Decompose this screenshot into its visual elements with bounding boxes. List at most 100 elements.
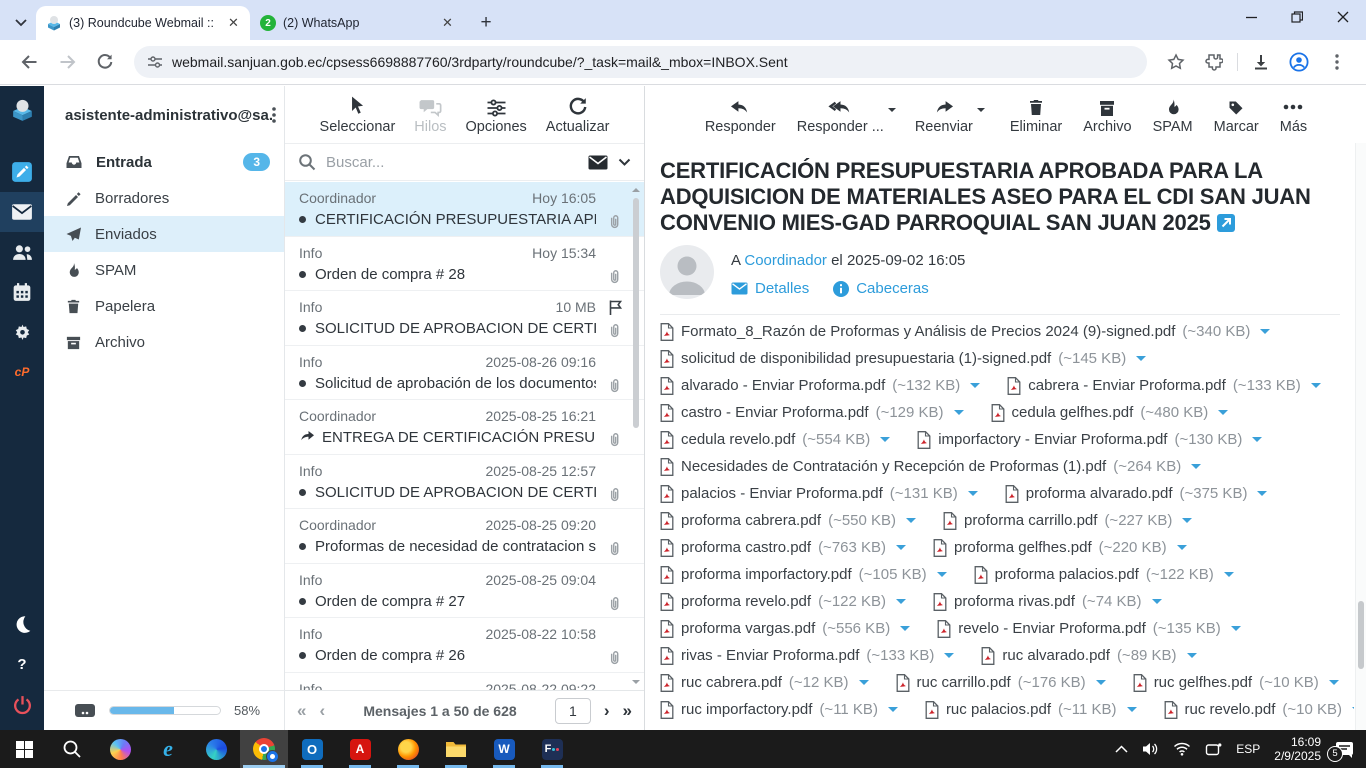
mail-scrollbar[interactable] — [1355, 143, 1366, 730]
f-app-button[interactable]: F — [528, 730, 576, 768]
folder-spam[interactable]: SPAM — [44, 252, 284, 288]
nav-mail-button[interactable] — [0, 192, 44, 232]
clock[interactable]: 16:09 2/9/2025 — [1274, 735, 1321, 763]
attachment[interactable]: revelo - Enviar Proforma.pdf (~135 KB) — [937, 620, 1241, 638]
message-row[interactable]: Coordinador 2025-08-25 09:20 Proformas d… — [285, 509, 644, 564]
attachment-menu-caret-icon[interactable] — [1152, 599, 1162, 609]
attachment-menu-caret-icon[interactable] — [970, 383, 980, 393]
nav-calendar-button[interactable] — [0, 272, 44, 312]
attachment-menu-caret-icon[interactable] — [968, 491, 978, 501]
tab-roundcube[interactable]: (3) Roundcube Webmail :: Envia ✕ — [36, 6, 250, 40]
refresh-button[interactable]: Actualizar — [546, 93, 610, 143]
attachment-menu-caret-icon[interactable] — [1096, 680, 1106, 690]
attachment-menu-caret-icon[interactable] — [1224, 572, 1234, 582]
tab-close-icon[interactable]: ✕ — [225, 15, 242, 32]
attachment[interactable]: proforma vargas.pdf (~556 KB) — [660, 620, 910, 638]
language-indicator[interactable]: ESP — [1236, 742, 1260, 756]
attachment-menu-caret-icon[interactable] — [1218, 410, 1228, 420]
attachment-menu-caret-icon[interactable] — [888, 707, 898, 717]
attachment-menu-caret-icon[interactable] — [1311, 383, 1321, 393]
details-button[interactable]: Detalles — [731, 280, 809, 297]
message-row[interactable]: Coordinador 2025-08-25 16:21 ENTREGA DE … — [285, 400, 644, 455]
headers-button[interactable]: Cabeceras — [833, 280, 929, 297]
folder-entrada[interactable]: Entrada 3 — [44, 144, 284, 180]
taskbar-search-button[interactable] — [48, 730, 96, 768]
attachment[interactable]: proforma alvarado.pdf (~375 KB) — [1005, 485, 1268, 503]
attachment-menu-caret-icon[interactable] — [896, 599, 906, 609]
attachment[interactable]: rivas - Enviar Proforma.pdf (~133 KB) — [660, 647, 954, 665]
message-row[interactable]: Info 2025-08-26 09:16 Solicitud de aprob… — [285, 346, 644, 401]
attachment[interactable]: proforma cabrera.pdf (~550 KB) — [660, 512, 916, 530]
attachment[interactable]: proforma imporfactory.pdf (~105 KB) — [660, 566, 947, 584]
reply-all-caret-icon[interactable] — [888, 108, 896, 116]
attachment[interactable]: cabrera - Enviar Proforma.pdf (~133 KB) — [1007, 377, 1321, 395]
tray-device-icon[interactable] — [1205, 742, 1222, 756]
volume-icon[interactable] — [1142, 742, 1159, 756]
options-button[interactable]: Opciones — [466, 93, 527, 143]
downloads-button[interactable] — [1245, 46, 1277, 78]
attachment-menu-caret-icon[interactable] — [1329, 680, 1339, 690]
threads-button[interactable]: Hilos — [414, 93, 446, 143]
account-menu-icon[interactable] — [272, 107, 276, 123]
attachment-menu-caret-icon[interactable] — [896, 545, 906, 555]
next-page-button[interactable]: › — [604, 701, 610, 721]
new-tab-button[interactable]: + — [472, 9, 500, 37]
reply-all-button[interactable]: Responder ... — [797, 93, 884, 143]
attachment-menu-caret-icon[interactable] — [954, 410, 964, 420]
attachment[interactable]: proforma castro.pdf (~763 KB) — [660, 539, 906, 557]
external-link-icon[interactable] — [1217, 214, 1235, 232]
nav-settings-button[interactable] — [0, 312, 44, 352]
search-input[interactable] — [326, 154, 578, 171]
dark-mode-button[interactable] — [0, 604, 44, 644]
attachment[interactable]: proforma revelo.pdf (~122 KB) — [660, 593, 906, 611]
attachment-menu-caret-icon[interactable] — [944, 653, 954, 663]
attachment-menu-caret-icon[interactable] — [1191, 464, 1201, 474]
attachment[interactable]: alvarado - Enviar Proforma.pdf (~132 KB) — [660, 377, 980, 395]
message-row[interactable]: Info 2025-08-25 09:04 Orden de compra # … — [285, 564, 644, 619]
attachment-menu-caret-icon[interactable] — [1257, 491, 1267, 501]
back-button[interactable] — [13, 46, 45, 78]
start-button[interactable] — [0, 730, 48, 768]
firefox-button[interactable] — [384, 730, 432, 768]
logout-button[interactable] — [0, 684, 44, 724]
attachment[interactable]: proforma carrillo.pdf (~227 KB) — [943, 512, 1192, 530]
tab-whatsapp[interactable]: 2 (2) WhatsApp ✕ — [250, 6, 464, 40]
chrome-button[interactable] — [240, 730, 288, 768]
reply-button[interactable]: Responder — [705, 93, 776, 143]
word-button[interactable]: W — [480, 730, 528, 768]
attachment[interactable]: ruc revelo.pdf (~10 KB) — [1164, 701, 1355, 719]
attachment-menu-caret-icon[interactable] — [1136, 356, 1146, 366]
message-row[interactable]: Info Hoy 15:34 Orden de compra # 28 — [285, 237, 644, 292]
reload-button[interactable] — [89, 46, 121, 78]
wifi-icon[interactable] — [1173, 742, 1191, 756]
forward-caret-icon[interactable] — [977, 108, 985, 116]
folder-borradores[interactable]: Borradores — [44, 180, 284, 216]
forward-button[interactable] — [51, 46, 83, 78]
nav-contacts-button[interactable] — [0, 232, 44, 272]
folder-papelera[interactable]: Papelera — [44, 288, 284, 324]
acrobat-button[interactable]: A — [336, 730, 384, 768]
browser-menu-button[interactable] — [1321, 46, 1353, 78]
file-explorer-button[interactable] — [432, 730, 480, 768]
first-page-button[interactable]: « — [297, 701, 306, 721]
attachment[interactable]: ruc carrillo.pdf (~176 KB) — [896, 674, 1106, 692]
forward-button[interactable]: Reenviar — [915, 93, 973, 143]
attachment[interactable]: ruc imporfactory.pdf (~11 KB) — [660, 701, 898, 719]
spam-button[interactable]: SPAM — [1153, 93, 1193, 143]
prev-page-button[interactable]: ‹ — [319, 701, 325, 721]
attachment-menu-caret-icon[interactable] — [1231, 626, 1241, 636]
attachment-menu-caret-icon[interactable] — [1252, 437, 1262, 447]
attachment[interactable]: proforma rivas.pdf (~74 KB) — [933, 593, 1162, 611]
scrollbar-thumb[interactable] — [633, 198, 639, 428]
more-button[interactable]: Más — [1280, 93, 1307, 143]
flag-icon[interactable] — [607, 299, 624, 316]
recipient-link[interactable]: Coordinador — [744, 252, 827, 269]
notification-center-button[interactable]: 5 — [1335, 741, 1354, 758]
select-button[interactable]: Seleccionar — [320, 93, 396, 143]
attachment[interactable]: solicitud de disponibilidad presupuestar… — [660, 350, 1146, 368]
attachment-menu-caret-icon[interactable] — [1127, 707, 1137, 717]
attachment-menu-caret-icon[interactable] — [1260, 329, 1270, 339]
folder-enviados[interactable]: Enviados — [44, 216, 284, 252]
page-number-box[interactable]: 1 — [555, 698, 591, 724]
attachment-menu-caret-icon[interactable] — [859, 680, 869, 690]
